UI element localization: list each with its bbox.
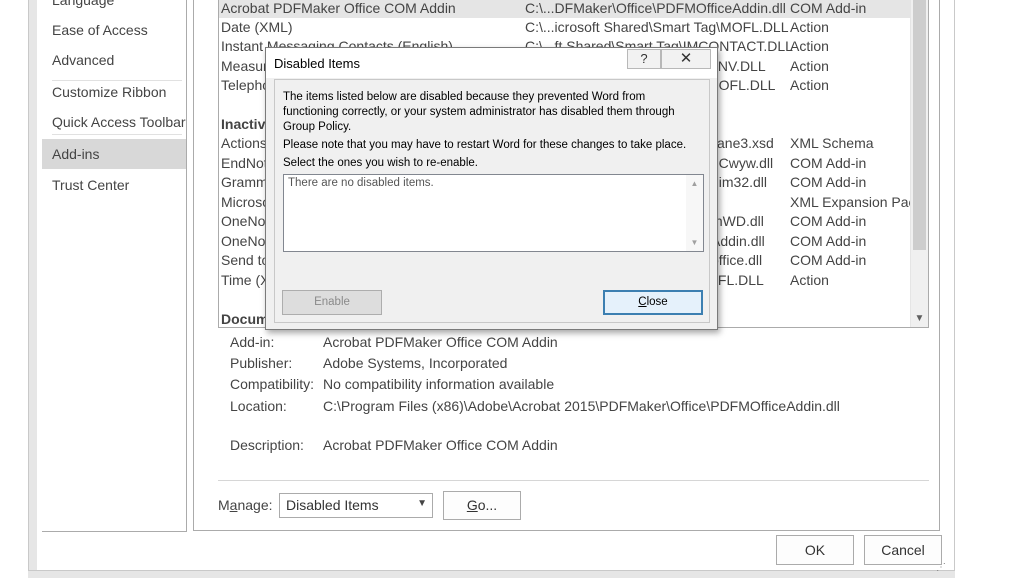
dialog-message-line: Group Policy. xyxy=(283,121,352,133)
addin-type: Action xyxy=(790,77,829,93)
manage-label: Manage: xyxy=(218,497,273,513)
section-header-document: Docum xyxy=(221,311,269,327)
scroll-down-arrow-icon[interactable]: ▼ xyxy=(686,234,703,251)
scroll-up-arrow-icon[interactable]: ▲ xyxy=(686,175,703,192)
addin-type: XML Expansion Pack xyxy=(790,194,923,210)
addin-name: Actions xyxy=(221,135,267,151)
disabled-items-dialog: Disabled Items ? ✕ The items listed belo… xyxy=(265,47,718,330)
detail-compat-label: Compatibility: xyxy=(230,376,315,392)
addin-type: COM Add-in xyxy=(790,174,867,190)
section-divider xyxy=(218,480,929,481)
dialog-close-button[interactable]: Close xyxy=(603,290,703,315)
addin-name: OneNot xyxy=(221,213,270,229)
addin-location: ane3.xsd xyxy=(717,135,774,151)
nav-item-advanced[interactable]: Advanced xyxy=(42,45,186,75)
detail-location-value: C:\Program Files (x86)\Adobe\Acrobat 201… xyxy=(323,398,840,414)
help-icon[interactable]: ? xyxy=(627,49,661,69)
addin-type: XML Schema xyxy=(790,135,874,151)
addin-location: C:\...icrosoft Shared\Smart Tag\MOFL.DLL xyxy=(525,19,789,35)
nav-item-language[interactable]: Language xyxy=(42,0,186,15)
addin-location: C:\...DFMaker\Office\PDFMOfficeAddin.dll xyxy=(525,0,786,16)
window-frame-right xyxy=(954,0,1035,577)
nav-item-add-ins[interactable]: Add-ins xyxy=(42,139,186,169)
addin-type: COM Add-in xyxy=(790,155,867,171)
go-button[interactable]: Go... xyxy=(443,491,521,520)
detail-publisher-label: Publisher: xyxy=(230,355,293,371)
detail-addin-label: Add-in: xyxy=(230,334,275,350)
enable-button[interactable]: Enable xyxy=(282,290,382,315)
listbox-empty-text: There are no disabled items. xyxy=(288,177,434,189)
addin-name: Microso xyxy=(221,194,271,210)
addin-type: Action xyxy=(790,272,829,288)
addin-type: COM Add-in xyxy=(790,0,867,16)
addin-name: EndNot xyxy=(221,155,268,171)
nav-divider xyxy=(52,134,182,135)
nav-item-trust-center[interactable]: Trust Center xyxy=(42,170,186,200)
addin-location: Addin.dll xyxy=(711,233,765,249)
chevron-down-icon: ▼ xyxy=(417,498,427,509)
dialog-titlebar[interactable]: Disabled Items ? ✕ xyxy=(266,48,717,78)
detail-publisher-value: Adobe Systems, Incorporated xyxy=(323,355,508,371)
detail-compat-value: No compatibility information available xyxy=(323,376,555,392)
detail-description-value: Acrobat PDFMaker Office COM Addin xyxy=(323,437,558,453)
options-nav: Language Ease of Access Advanced Customi… xyxy=(42,0,187,532)
manage-select-value: Disabled Items xyxy=(286,497,379,513)
dialog-message-line: Please note that you may have to restart… xyxy=(283,139,687,151)
window-frame-right-border xyxy=(954,0,955,577)
addin-name: Time (X xyxy=(221,272,270,288)
disabled-items-listbox[interactable]: There are no disabled items. ▲ ▼ xyxy=(283,174,704,252)
addin-type: Action xyxy=(790,19,829,35)
addin-type: COM Add-in xyxy=(790,213,867,229)
addin-type: Action xyxy=(790,38,829,54)
scrollbar-thumb[interactable] xyxy=(913,0,926,250)
addin-name: Telepho xyxy=(221,77,271,93)
addin-type: COM Add-in xyxy=(790,252,867,268)
addin-row[interactable]: Acrobat PDFMaker Office COM Addin C:\...… xyxy=(219,0,910,18)
detail-location-label: Location: xyxy=(230,398,287,414)
dialog-instruction: Select the ones you wish to re-enable. xyxy=(283,157,478,169)
dialog-message-line: functioning correctly, or your system ad… xyxy=(283,106,675,118)
addin-name: Acrobat PDFMaker Office COM Addin xyxy=(221,0,456,16)
detail-addin-value: Acrobat PDFMaker Office COM Addin xyxy=(323,334,558,350)
nav-item-quick-access-toolbar[interactable]: Quick Access Toolbar xyxy=(42,107,186,137)
cancel-button[interactable]: Cancel xyxy=(864,535,942,565)
addins-list-scrollbar[interactable]: ▼ xyxy=(910,0,928,327)
nav-item-ease-of-access[interactable]: Ease of Access xyxy=(42,15,186,45)
ok-button[interactable]: OK xyxy=(776,535,854,565)
addin-type: COM Add-in xyxy=(790,233,867,249)
dialog-title: Disabled Items xyxy=(274,56,360,71)
dialog-body: The items listed below are disabled beca… xyxy=(274,79,710,323)
addin-name: Date (XML) xyxy=(221,19,293,35)
detail-description-label: Description: xyxy=(230,437,304,453)
window-frame-left xyxy=(28,0,37,577)
addin-location: him32.dll xyxy=(711,174,768,190)
nav-item-customize-ribbon[interactable]: Customize Ribbon xyxy=(42,77,186,107)
addin-location: tnWD.dll xyxy=(711,213,764,229)
dialog-message-line: The items listed below are disabled beca… xyxy=(283,91,646,103)
addin-name: Send to xyxy=(221,252,270,268)
scroll-down-arrow-icon[interactable]: ▼ xyxy=(911,310,928,327)
listbox-scrollbar[interactable]: ▲ ▼ xyxy=(686,175,703,251)
addin-location: office.dll xyxy=(711,252,763,268)
addin-type: Action xyxy=(790,58,829,74)
close-icon[interactable]: ✕ xyxy=(661,49,711,69)
addin-name: OneNot xyxy=(221,233,270,249)
manage-select[interactable]: Disabled Items ▼ xyxy=(279,493,433,518)
